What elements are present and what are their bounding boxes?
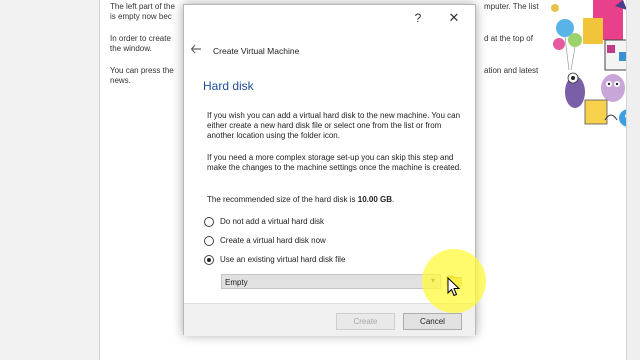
radio-label[interactable]: Use an existing virtual hard disk file <box>220 255 345 264</box>
page-title: Hard disk <box>203 79 254 93</box>
recommended-size-text: The recommended size of the hard disk is… <box>207 195 465 205</box>
welcome-line: In order to create <box>110 34 171 43</box>
wizard-title: Create Virtual Machine <box>213 46 300 56</box>
radio-label[interactable]: Do not add a virtual hard disk <box>220 217 324 226</box>
welcome-line: the window. <box>110 44 152 53</box>
welcome-line: You can press the <box>110 66 174 75</box>
dialog-footer: Create Cancel <box>184 303 475 336</box>
help-icon[interactable]: ? <box>410 10 426 26</box>
intro-text: If you wish you can add a virtual hard d… <box>207 111 461 140</box>
disk-file-value: Empty <box>225 278 248 287</box>
machine-list-panel <box>0 0 100 360</box>
mouse-cursor-icon <box>447 277 461 297</box>
welcome-line: news. <box>110 76 131 85</box>
radio-label[interactable]: Create a virtual hard disk now <box>220 236 326 245</box>
dialog-titlebar: ? ✕ <box>184 5 475 31</box>
create-button[interactable]: Create <box>336 313 395 330</box>
welcome-line: The left part of the <box>110 2 175 11</box>
recommended-size-suffix: . <box>392 195 395 204</box>
close-icon[interactable]: ✕ <box>446 10 462 26</box>
radio-button[interactable] <box>204 217 214 227</box>
recommended-size-value: 10.00 GB <box>357 195 392 204</box>
welcome-line: is empty now bec <box>110 12 172 21</box>
cancel-button[interactable]: Cancel <box>403 313 462 330</box>
welcome-line: d at the top of <box>484 34 533 43</box>
radio-button[interactable] <box>204 255 214 265</box>
window-edge <box>626 0 640 360</box>
welcome-line: mputer. The list <box>484 2 539 11</box>
arrow-left-icon[interactable] <box>190 43 202 58</box>
disk-file-select[interactable]: Empty ▾ <box>221 274 441 289</box>
wizard-header: Create Virtual Machine <box>184 41 475 63</box>
radio-button[interactable] <box>204 236 214 246</box>
complex-setup-text: If you need a more complex storage set-u… <box>207 153 462 172</box>
recommended-size-prefix: The recommended size of the hard disk is <box>207 195 358 204</box>
welcome-line: ation and latest <box>484 66 539 75</box>
